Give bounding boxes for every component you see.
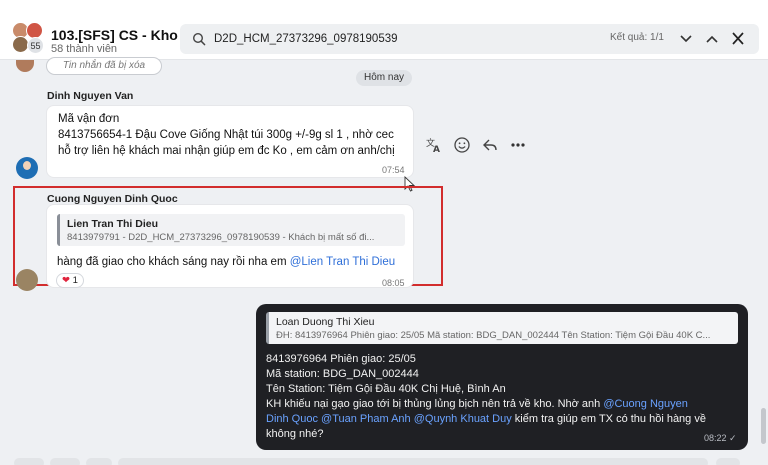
search-input[interactable] <box>214 30 594 48</box>
toolbar-button[interactable] <box>14 458 44 465</box>
message-text: Dinh Quoc @Tuan Pham Anh @Quynh Khuat Du… <box>266 413 706 425</box>
toolbar-button[interactable] <box>716 458 740 465</box>
group-avatar[interactable]: 55 <box>10 22 44 56</box>
message-text: hàng đã giao cho khách sáng nay rồi nha … <box>57 256 395 268</box>
message-text-body: kiểm tra giúp em TX có thu hồi hàng về <box>511 413 706 425</box>
deleted-message-notice: Tin nhắn đã bị xóa <box>46 57 162 75</box>
quoted-sender: Loan Duong Thi Xieu <box>276 316 375 328</box>
message-input[interactable] <box>118 458 708 465</box>
close-icon[interactable] <box>728 30 748 48</box>
heart-icon: ❤ <box>62 275 70 286</box>
reaction-badge[interactable]: ❤ 1 <box>56 273 84 288</box>
toolbar-button[interactable] <box>86 458 112 465</box>
quoted-sender: Lien Tran Thi Dieu <box>67 218 159 230</box>
scrollbar-thumb[interactable] <box>761 408 766 444</box>
message-search-bar: Kết quả: 1/1 <box>180 24 759 54</box>
member-count-badge: 55 <box>27 37 44 54</box>
message-time: 08:05 <box>382 278 405 288</box>
message-bubble[interactable]: Mã vận đơn 8413756654-1 Đậu Cove Giống N… <box>46 105 414 178</box>
user-mention[interactable]: @Lien Tran Thi Dieu <box>290 256 395 268</box>
sender-avatar[interactable] <box>16 60 34 72</box>
message-text: KH khiếu nại gạo giao tới bị thủng lủng … <box>266 398 688 410</box>
quoted-text: 8413979791 - D2D_HCM_27373296_0978190539… <box>67 232 375 243</box>
message-time: 08:22 ✓ <box>704 433 737 443</box>
user-mention[interactable]: @Cuong Nguyen <box>603 398 688 410</box>
message-text: hỗ trợ liên hệ khách mai nhận giúp em đc… <box>58 145 395 157</box>
own-message-bubble[interactable]: Loan Duong Thi Xieu ĐH: 8413976964 Phiên… <box>256 304 748 450</box>
message-text: 8413756654-1 Đậu Cove Giống Nhật túi 300… <box>58 129 394 141</box>
quoted-message[interactable]: Lien Tran Thi Dieu 8413979791 - D2D_HCM_… <box>57 214 405 246</box>
member-count[interactable]: 58 thành viên <box>51 43 117 55</box>
chat-header: 55 103.[SFS] CS - Kho Vận 58 thành viên … <box>0 0 768 60</box>
chevron-up-icon[interactable] <box>702 30 722 48</box>
message-text: Mã vận đơn <box>58 113 120 125</box>
message-text-body: hàng đã giao cho khách sáng nay rồi nha … <box>57 256 290 268</box>
message-bubble[interactable]: Lien Tran Thi Dieu 8413979791 - D2D_HCM_… <box>46 204 414 288</box>
user-mention[interactable]: Dinh Quoc @Tuan Pham Anh @Quynh Khuat Du… <box>266 413 512 425</box>
message-text: không nhé? <box>266 428 324 440</box>
search-result-count: Kết quả: 1/1 <box>610 32 664 43</box>
quoted-message[interactable]: Loan Duong Thi Xieu ĐH: 8413976964 Phiên… <box>266 312 738 344</box>
message-text: Mã station: BDG_DAN_002444 <box>266 368 419 380</box>
svg-text:A: A <box>433 145 440 155</box>
message-list[interactable]: Tin nhắn đã bị xóa Hôm nay Dinh Nguyen V… <box>0 57 768 465</box>
date-separator: Hôm nay <box>356 70 413 86</box>
message-text: 8413976964 Phiên giao: 25/05 <box>266 353 416 365</box>
message-text: Tên Station: Tiệm Gội Đầu 40K Chị Huệ, B… <box>266 383 506 395</box>
translate-icon[interactable]: 文 A <box>424 135 444 155</box>
sender-avatar[interactable] <box>16 269 38 291</box>
quoted-text: ĐH: 8413976964 Phiên giao: 25/05 Mã stat… <box>276 330 711 341</box>
reply-icon[interactable] <box>480 135 500 155</box>
composer-toolbar <box>0 458 768 465</box>
message-text-body: KH khiếu nại gạo giao tới bị thủng lủng … <box>266 398 604 410</box>
toolbar-button[interactable] <box>50 458 80 465</box>
sender-name[interactable]: Dinh Nguyen Van <box>47 90 133 102</box>
chevron-down-icon[interactable] <box>676 30 696 48</box>
reaction-count: 1 <box>72 275 78 286</box>
more-options-icon[interactable] <box>508 135 528 155</box>
sender-avatar[interactable] <box>16 157 38 179</box>
search-icon <box>192 32 206 46</box>
message-time: 07:54 <box>382 165 405 175</box>
emoji-icon[interactable] <box>452 135 472 155</box>
